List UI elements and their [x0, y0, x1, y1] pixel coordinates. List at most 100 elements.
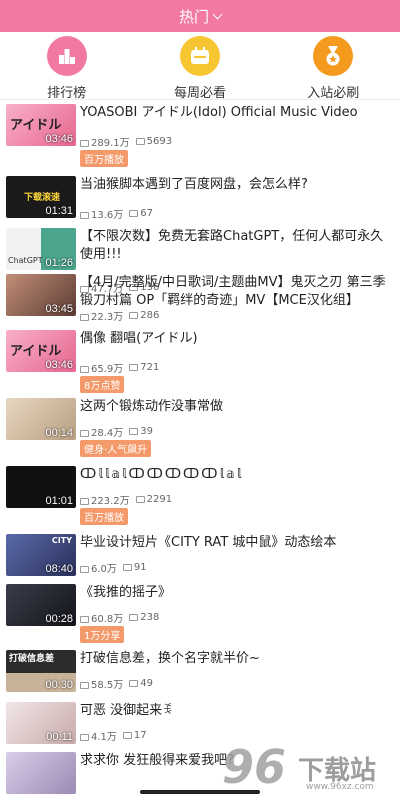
list-item[interactable]: 00:11 可恶 没御起来ꉂ 4.1万 17 — [0, 698, 400, 748]
video-stats: 28.4万 39 — [80, 424, 153, 439]
comment-icon — [129, 613, 139, 621]
video-stats: 6.0万 91 — [80, 560, 147, 575]
video-thumbnail[interactable]: 下载滚速 01:31 — [6, 176, 76, 218]
comment-icon — [129, 209, 139, 217]
play-count-icon — [80, 565, 89, 573]
video-duration: 03:46 — [45, 359, 73, 371]
video-duration: 00:14 — [45, 427, 73, 439]
page-title: 热门 — [178, 7, 209, 26]
play-count-icon — [80, 211, 89, 219]
video-duration: 03:45 — [45, 303, 73, 315]
shortcut-label: 每周必看 — [173, 86, 226, 101]
thumbnail-text: ChatGPT — [8, 256, 43, 265]
list-item[interactable]: 下载滚速 01:31 当油猴脚本遇到了百度网盘，会怎么样? 13.6万 67 — [0, 172, 400, 224]
comment-icon — [129, 679, 139, 687]
list-item[interactable]: ChatGPT 01:26 【不限次数】免费无套路ChatGPT，任何人都可永久… — [0, 224, 400, 295]
video-thumbnail[interactable]: 00:14 — [6, 398, 76, 440]
list-item[interactable]: 打破信息差 00:30 打破信息差，换个名字就半价~ 58.5万 49 — [0, 646, 400, 698]
video-stats: 65.9万 721 — [80, 360, 159, 375]
list-item[interactable]: 00:14 这两个锻炼动作没事常做 28.4万 39 健身·人气飙升 — [0, 394, 400, 462]
shortcut-must-watch[interactable]: 入站必刷 — [278, 36, 388, 101]
view-count: 223.2万 — [91, 496, 130, 507]
play-count-icon — [80, 733, 89, 741]
video-title: 打破信息差，换个名字就半价~ — [80, 651, 260, 666]
shortcut-ranking[interactable]: 排行榜 — [12, 36, 122, 101]
video-title: 当油猴脚本遇到了百度网盘，会怎么样? — [80, 177, 308, 192]
view-count: 6.0万 — [91, 564, 117, 575]
category-dropdown[interactable]: 热门 — [178, 6, 223, 27]
video-thumbnail[interactable]: アイドル 03:46 — [6, 104, 76, 146]
video-stats: 58.5万 49 — [80, 676, 153, 691]
shortcut-bar: 排行榜 每周必看 入站必刷 — [0, 32, 400, 101]
view-count: 4.1万 — [91, 732, 117, 743]
comment-icon — [122, 731, 132, 739]
list-item[interactable]: CITY 08:40 毕业设计短片《CITY RAT 城中鼠》动态绘本 6.0万… — [0, 530, 400, 580]
play-count-icon — [80, 681, 89, 689]
view-count: 22.3万 — [91, 312, 124, 323]
video-title: 毕业设计短片《CITY RAT 城中鼠》动态绘本 — [80, 535, 337, 550]
video-badge: 1万分享 — [80, 626, 125, 643]
comment-count: 49 — [140, 678, 153, 689]
video-thumbnail[interactable]: アイドル 03:46 — [6, 330, 76, 372]
play-count-icon — [80, 497, 89, 505]
video-stats: 4.1万 17 — [80, 728, 147, 743]
video-title: 这两个锻炼动作没事常做 — [80, 399, 224, 414]
view-count: 60.8万 — [91, 614, 124, 625]
video-thumbnail[interactable]: ChatGPT 01:26 — [6, 228, 76, 270]
comment-count: 238 — [140, 612, 160, 623]
thumbnail-text: 下载滚速 — [24, 193, 61, 203]
video-title: ↀ𝕝𝕝𝕒𝕝ↀↀↀↀↀ𝕝𝕒𝕝 — [80, 467, 244, 482]
comment-count: 286 — [140, 310, 160, 321]
video-thumbnail[interactable]: 00:11 — [6, 702, 76, 744]
comment-count: 91 — [133, 562, 147, 573]
play-count-icon — [80, 429, 89, 437]
list-item[interactable]: 00:28 《我推的摇子》 60.8万 238 1万分享 — [0, 580, 400, 646]
comment-count: 17 — [133, 730, 147, 741]
comment-count: 39 — [140, 426, 153, 437]
list-item[interactable]: アイドル 03:46 YOASOBI アイドル(Idol) Official M… — [0, 100, 400, 172]
view-count: 58.5万 — [91, 680, 124, 691]
view-count: 289.1万 — [91, 138, 130, 149]
top-bar: 热门 — [0, 0, 400, 32]
video-duration: 03:46 — [45, 133, 73, 145]
shortcut-weekly[interactable]: 每周必看 — [145, 36, 255, 101]
video-title: 【不限次数】免费无套路ChatGPT，任何人都可永久使用!!! — [80, 229, 384, 262]
video-thumbnail[interactable]: 01:01 — [6, 466, 76, 508]
video-duration: 01:31 — [45, 205, 73, 217]
play-count-icon — [80, 313, 89, 321]
video-duration: 01:01 — [45, 495, 73, 507]
comment-count: 2291 — [146, 494, 173, 505]
video-duration: 00:30 — [45, 679, 73, 691]
video-duration: 08:40 — [45, 563, 73, 575]
list-item[interactable]: 03:45 【4月/完整版/中日歌词/主题曲MV】鬼灭之刃 第三季 锻刀村篇 O… — [0, 270, 400, 326]
list-item[interactable]: アイドル 03:46 偶像 翻唱(アイドル) 65.9万 721 8万点赞 — [0, 326, 400, 394]
video-thumbnail[interactable] — [6, 752, 76, 794]
video-thumbnail[interactable]: 03:45 — [6, 274, 76, 316]
comment-count: 67 — [140, 208, 153, 219]
video-badge: 百万播放 — [80, 150, 128, 167]
video-list: アイドル 03:46 YOASOBI アイドル(Idol) Official M… — [0, 100, 400, 800]
comment-icon — [129, 363, 139, 371]
video-badge: 8万点赞 — [80, 376, 125, 393]
home-indicator[interactable] — [140, 790, 260, 794]
thumbnail-text: 打破信息差 — [9, 654, 55, 664]
video-stats: 22.3万 286 — [80, 308, 159, 323]
comment-icon — [122, 563, 132, 571]
video-badge: 百万播放 — [80, 508, 128, 525]
play-count-icon — [80, 139, 89, 147]
video-stats: 13.6万 67 — [80, 206, 153, 221]
video-duration: 00:28 — [45, 613, 73, 625]
video-thumbnail[interactable]: 00:28 — [6, 584, 76, 626]
list-item[interactable]: 01:01 ↀ𝕝𝕝𝕒𝕝ↀↀↀↀↀ𝕝𝕒𝕝 223.2万 2291 百万播放 — [0, 462, 400, 530]
video-thumbnail[interactable]: CITY 08:40 — [6, 534, 76, 576]
calendar-icon — [179, 36, 220, 76]
video-title: 《我推的摇子》 — [80, 585, 172, 600]
video-thumbnail[interactable]: 打破信息差 00:30 — [6, 650, 76, 692]
video-duration: 01:26 — [45, 257, 73, 269]
comment-icon — [135, 495, 145, 503]
video-stats: 60.8万 238 — [80, 610, 159, 625]
view-count: 13.6万 — [91, 210, 124, 221]
video-badge: 健身·人气飙升 — [80, 440, 152, 457]
video-title: 可恶 没御起来ꉂ — [80, 703, 173, 718]
video-title: 【4月/完整版/中日歌词/主题曲MV】鬼灭之刃 第三季 锻刀村篇 OP「羁绊的奇… — [80, 275, 386, 308]
